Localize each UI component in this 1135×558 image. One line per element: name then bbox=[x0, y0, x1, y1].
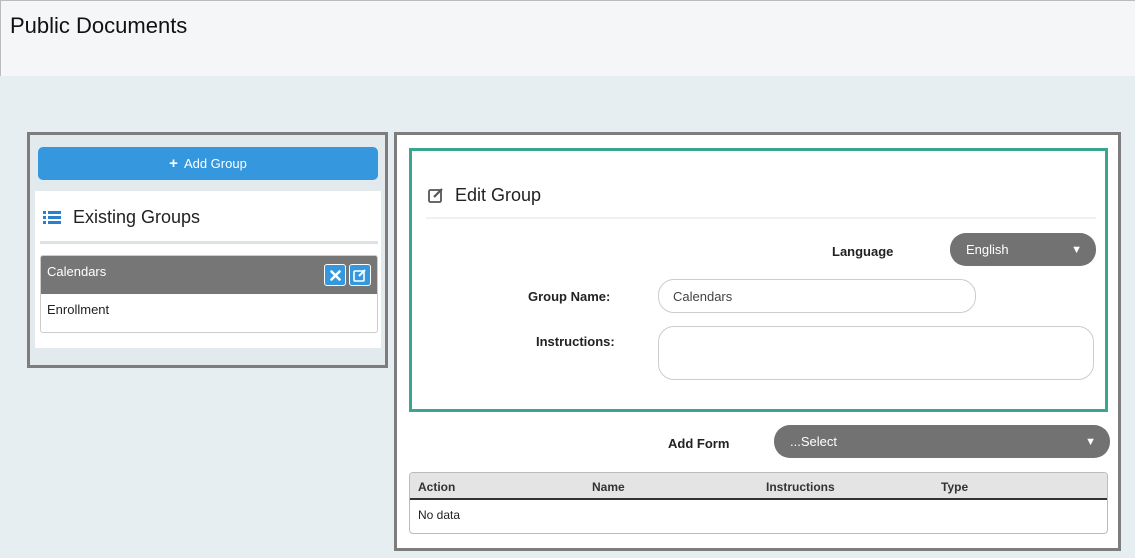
column-header-type[interactable]: Type bbox=[941, 480, 968, 494]
close-icon bbox=[329, 269, 341, 281]
delete-group-button[interactable] bbox=[324, 264, 346, 286]
instructions-input[interactable] bbox=[658, 326, 1094, 380]
group-item-actions bbox=[324, 264, 371, 286]
divider bbox=[40, 241, 378, 244]
edit-group-title: Edit Group bbox=[455, 185, 542, 205]
existing-groups-title: Existing Groups bbox=[73, 207, 201, 227]
edit-panel: Edit Group Language English ▼ Group Name… bbox=[394, 132, 1121, 551]
edit-group-header: Edit Group bbox=[428, 185, 541, 206]
caret-down-icon: ▼ bbox=[1085, 435, 1096, 448]
group-item-enrollment[interactable]: Enrollment bbox=[41, 294, 377, 332]
group-name-input[interactable] bbox=[658, 279, 976, 313]
add-form-value: ...Select bbox=[790, 434, 837, 449]
column-header-action[interactable]: Action bbox=[418, 480, 455, 494]
group-item-calendars[interactable]: Calendars bbox=[41, 256, 377, 294]
caret-down-icon: ▼ bbox=[1071, 243, 1082, 256]
language-select[interactable]: English ▼ bbox=[950, 233, 1096, 266]
group-name-label: Group Name: bbox=[528, 289, 611, 304]
group-list: Calendars Enrollment bbox=[40, 255, 378, 333]
edit-icon bbox=[353, 269, 366, 282]
list-icon bbox=[43, 211, 61, 224]
page-header: Public Documents bbox=[0, 0, 1135, 76]
column-header-name[interactable]: Name bbox=[592, 480, 625, 494]
instructions-label: Instructions: bbox=[536, 334, 615, 349]
add-group-button[interactable]: + Add Group bbox=[38, 147, 378, 180]
edit-group-button[interactable] bbox=[349, 264, 371, 286]
group-item-label: Calendars bbox=[47, 263, 107, 279]
table-header: Action Name Instructions Type bbox=[410, 473, 1107, 500]
edit-group-box: Edit Group Language English ▼ Group Name… bbox=[409, 148, 1108, 412]
existing-groups-box: Existing Groups Calendars Enrollment bbox=[35, 191, 381, 348]
language-value: English bbox=[966, 242, 1009, 257]
plus-icon: + bbox=[169, 155, 178, 172]
existing-groups-header: Existing Groups bbox=[43, 207, 200, 228]
add-group-label: Add Group bbox=[183, 156, 247, 171]
column-header-instructions[interactable]: Instructions bbox=[766, 480, 835, 494]
groups-panel: + Add Group Existing Groups Calendars En… bbox=[27, 132, 388, 368]
page-title: Public Documents bbox=[10, 13, 188, 38]
forms-table: Action Name Instructions Type No data bbox=[409, 472, 1108, 534]
table-empty-row: No data bbox=[418, 508, 461, 522]
add-form-select[interactable]: ...Select ▼ bbox=[774, 425, 1110, 458]
divider bbox=[426, 217, 1096, 219]
language-label: Language bbox=[832, 244, 894, 259]
edit-icon bbox=[428, 188, 443, 203]
add-form-label: Add Form bbox=[668, 436, 730, 451]
